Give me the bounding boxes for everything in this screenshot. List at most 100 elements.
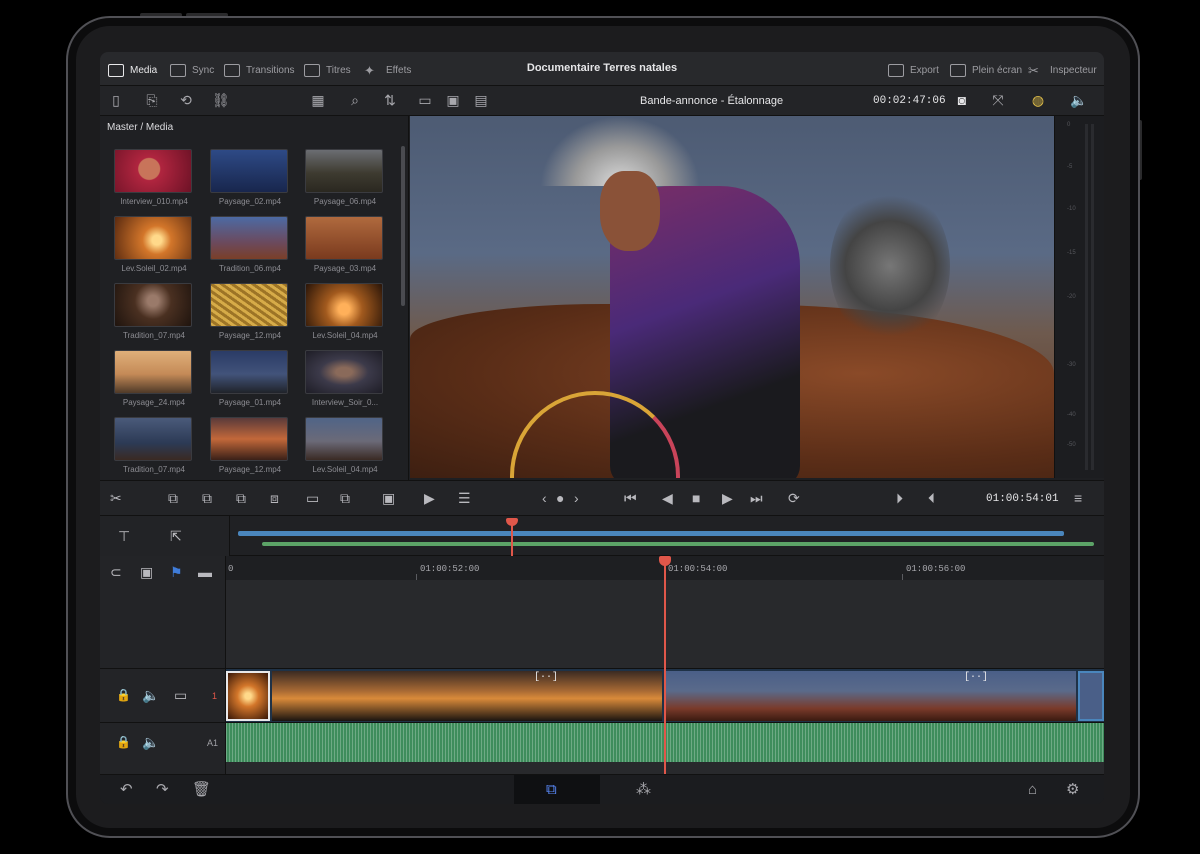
trash-icon[interactable]: 🗑 (192, 782, 211, 797)
sidebar-toggle-icon[interactable]: ▯ (108, 93, 124, 107)
mini-timeline[interactable]: ⊤ ⇱ (100, 516, 1104, 556)
stop-icon[interactable]: ■ (692, 491, 700, 505)
fit-to-fill-icon[interactable]: ⧈ (270, 491, 279, 505)
grid-view-icon[interactable]: ▦ (310, 93, 326, 107)
snap-icon[interactable]: ⊂ (110, 565, 122, 579)
media-clip[interactable]: Paysage_02.mp4 (210, 149, 290, 206)
trim-tool-icon[interactable]: ⇱ (170, 529, 182, 543)
media-clip[interactable]: Paysage_01.mp4 (210, 350, 290, 407)
clip-thumbnail (210, 216, 288, 260)
color-page-icon[interactable]: ⁂ (636, 782, 651, 797)
timeline-name[interactable]: Bande-annonce - Étalonnage (640, 95, 783, 107)
media-pool: Master / Media Interview_010.mp4 Paysage… (100, 116, 409, 480)
append-icon[interactable]: ▣ (382, 491, 395, 505)
track-headers: ⊂ ▣ ⚑ ▬ 🔒 🔈 ▭ 1 🔒 🔈 A1 (100, 556, 226, 774)
media-clip[interactable]: Tradition_06.mp4 (210, 216, 290, 273)
sort-icon[interactable]: ⇅ (382, 93, 398, 107)
next-marker-icon[interactable]: › (574, 491, 579, 505)
loop-icon[interactable]: ⟳ (788, 491, 800, 505)
relink-icon[interactable]: ⟲ (178, 93, 194, 107)
export-icon (888, 63, 904, 77)
search-icon[interactable]: ⌕ (347, 93, 363, 107)
top-menu-bar: Media Sync Transitions Titres ✦ Effets D… (100, 52, 1104, 86)
menu-icon[interactable]: ≡ (1074, 491, 1082, 505)
settings-gear-icon[interactable]: ⚙ (1066, 782, 1079, 797)
camera-icon[interactable]: ◙ (954, 93, 970, 107)
cut-page-tab[interactable]: ⧉ (514, 775, 600, 804)
media-clip[interactable]: Paysage_12.mp4 (210, 283, 290, 340)
menu-item-inspector[interactable]: ✂ Inspecteur (1028, 61, 1097, 79)
lock-icon[interactable]: 🔒 (116, 735, 131, 749)
media-clip[interactable]: Paysage_03.mp4 (305, 216, 385, 273)
play-icon[interactable]: ▶ (722, 491, 733, 505)
fullscreen-icon (950, 63, 966, 77)
prev-marker-icon[interactable]: ‹ (542, 491, 547, 505)
meter-channel-left (1085, 124, 1088, 470)
media-clip[interactable]: Interview_Soir_0... (305, 350, 385, 407)
media-clip[interactable]: Interview_010.mp4 (114, 149, 194, 206)
secondary-toolbar: ▯ ⎘ ⟲ ⛓ ▦ ⌕ ⇅ ▭ ▣ ▤ Bande-annonce - Étal… (100, 86, 1104, 116)
clip-marker[interactable]: [··] (534, 672, 558, 683)
playhead[interactable] (659, 556, 671, 774)
media-clip[interactable]: Tradition_07.mp4 (114, 283, 194, 340)
ripple-overwrite-icon[interactable]: ⧉ (340, 491, 350, 505)
clip-thumbnail (114, 149, 192, 193)
clip-marker[interactable]: [··] (964, 672, 988, 683)
lock-icon[interactable]: 🔒 (116, 688, 131, 702)
clip-thumbnail (305, 350, 383, 394)
razor-icon[interactable]: ✂ (110, 491, 122, 505)
speaker-icon[interactable]: 🔈 (142, 735, 159, 749)
mark-in-icon[interactable]: ⏵ (896, 491, 903, 505)
redo-icon[interactable]: ↷ (156, 782, 169, 797)
undo-icon[interactable]: ↶ (120, 782, 133, 797)
media-clip[interactable]: Lev.Soleil_02.mp4 (114, 216, 194, 273)
insert-clip-icon[interactable]: ⧉ (168, 491, 178, 505)
viewer-mode-icon[interactable]: ▭ (417, 93, 433, 107)
media-clip[interactable]: Tradition_07.mp4 (114, 417, 194, 474)
go-to-start-icon[interactable]: ⏮ (624, 491, 637, 505)
bottom-bar: ↶ ↷ 🗑 ⧉ ⁂ ⌂ ⚙ (100, 774, 1104, 804)
clip-thumbnail (210, 350, 288, 394)
media-clip[interactable]: Paysage_06.mp4 (305, 149, 385, 206)
sliders-icon[interactable]: ☰ (458, 491, 471, 505)
video-clip[interactable] (1078, 671, 1104, 721)
mark-out-icon[interactable]: ⏴ (928, 491, 935, 505)
safe-area-icon[interactable]: ▣ (445, 93, 461, 107)
home-icon[interactable]: ⌂ (1028, 782, 1037, 797)
playback-options-icon[interactable]: ▶ (424, 491, 435, 505)
play-reverse-icon[interactable]: ◀ (662, 491, 673, 505)
import-icon[interactable]: ⎘ (144, 93, 160, 107)
monitor-icon[interactable]: ▭ (174, 688, 187, 702)
video-clip[interactable] (272, 671, 662, 721)
media-clip[interactable]: Paysage_12.mp4 (210, 417, 290, 474)
link-icon[interactable]: ⛓ (212, 93, 230, 107)
add-marker-icon[interactable]: ● (556, 491, 564, 505)
clip-thumbnail (305, 216, 383, 260)
media-clip[interactable]: Lev.Soleil_04.mp4 (305, 283, 385, 340)
video-viewer[interactable] (410, 116, 1054, 478)
clip-thumbnail (210, 283, 288, 327)
menu-item-fullscreen[interactable]: Plein écran (950, 61, 1022, 79)
film-strip-icon[interactable]: ▤ (473, 93, 489, 107)
overwrite-clip-icon[interactable]: ⧉ (202, 491, 212, 505)
video-clip[interactable] (666, 671, 1076, 721)
view-options-icon[interactable]: ▬ (198, 565, 212, 579)
replace-clip-icon[interactable]: ⧉ (236, 491, 246, 505)
color-wheel-icon[interactable]: ◍ (1030, 93, 1046, 107)
text-tool-icon[interactable]: ⊤ (118, 529, 130, 543)
speaker-icon[interactable]: 🔈 (1070, 93, 1087, 107)
place-on-top-icon[interactable]: ▭ (306, 491, 319, 505)
menu-item-export[interactable]: Export (888, 61, 939, 79)
flag-icon[interactable]: ⚑ (170, 565, 183, 579)
media-clip[interactable]: Lev.Soleil_04.mp4 (305, 417, 385, 474)
video-clip[interactable] (226, 671, 270, 721)
clip-thumbnail (305, 283, 383, 327)
video-track-header: 🔒 🔈 ▭ 1 (100, 668, 226, 722)
mini-playhead[interactable] (506, 518, 518, 556)
go-to-end-icon[interactable]: ⏭ (750, 491, 763, 505)
camera-track-icon[interactable]: ▣ (140, 565, 153, 579)
speaker-icon[interactable]: 🔈 (142, 688, 159, 702)
media-pool-scrollbar[interactable] (401, 146, 405, 306)
transform-icon[interactable]: ⤧ (990, 93, 1006, 107)
media-clip[interactable]: Paysage_24.mp4 (114, 350, 194, 407)
